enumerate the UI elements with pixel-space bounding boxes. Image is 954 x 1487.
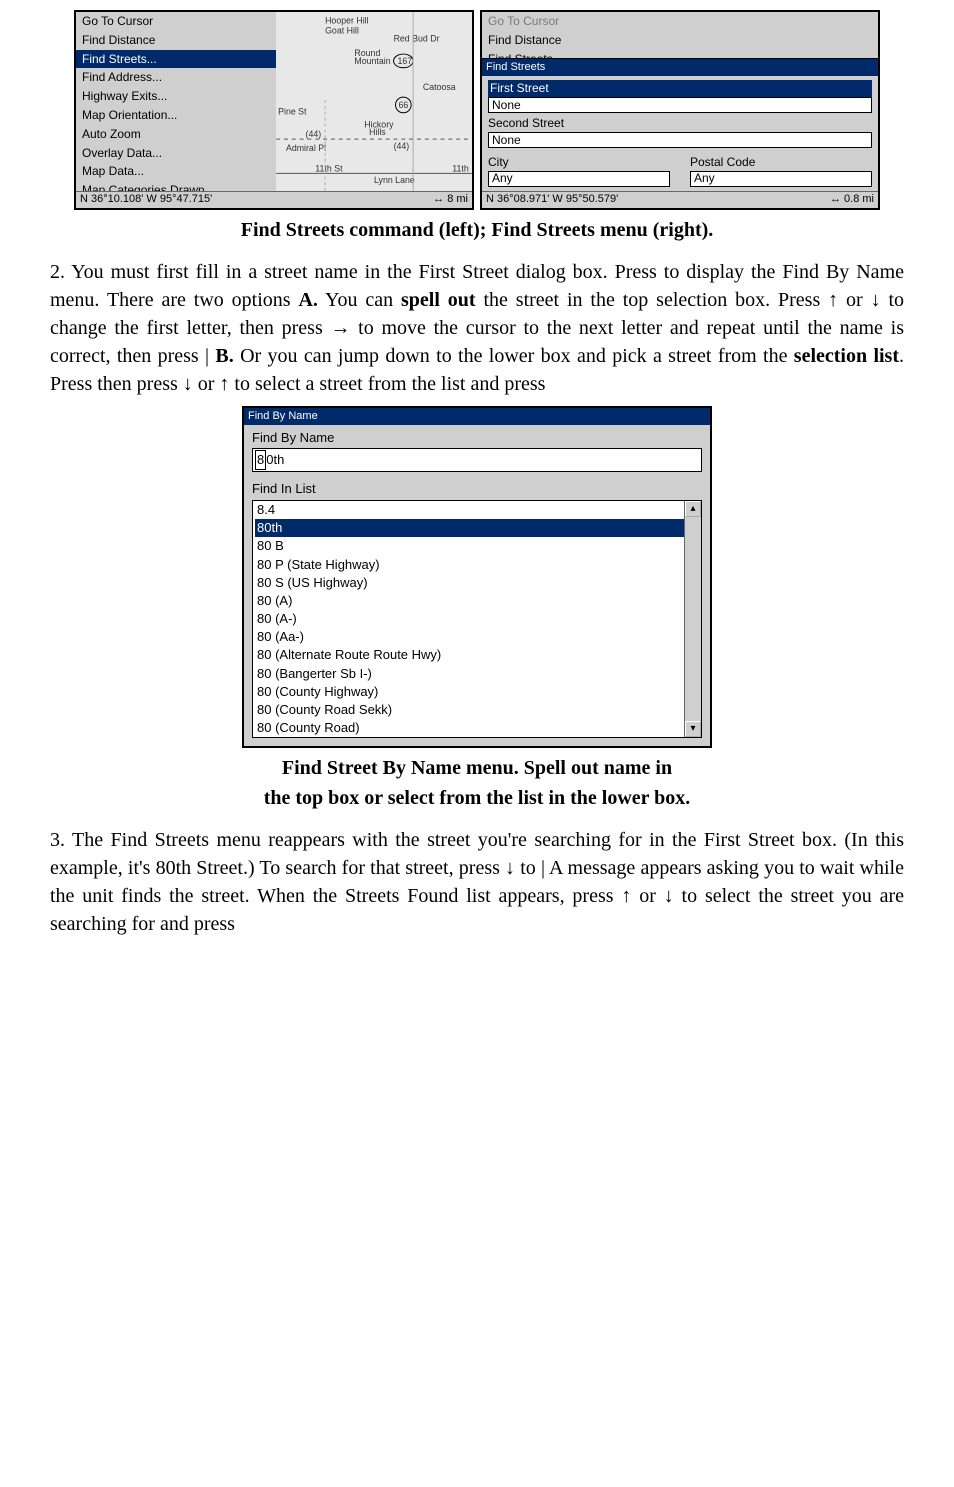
list-item[interactable]: 80 (County Road Sekk) bbox=[255, 701, 685, 719]
list-item[interactable]: 80 (Alternate Route Route Hwy) bbox=[255, 646, 685, 664]
list-item[interactable]: 80 B bbox=[255, 537, 685, 555]
scrollbar[interactable]: ▴ ▾ bbox=[684, 501, 701, 737]
list-item[interactable]: 8.4 bbox=[255, 501, 685, 519]
find-in-list-label: Find In List bbox=[252, 480, 702, 498]
second-street-field[interactable]: None bbox=[488, 132, 872, 148]
list-item[interactable]: 80 (Aa-) bbox=[255, 628, 685, 646]
name-input[interactable]: 80th bbox=[252, 448, 702, 472]
option-a: A. bbox=[298, 289, 317, 311]
figure-2-caption-line2: the top box or select from the list in t… bbox=[50, 784, 904, 812]
step-number: 2. bbox=[50, 261, 65, 283]
map-label: Red Bud Dr bbox=[394, 33, 440, 43]
menu-item[interactable]: Overlay Data... bbox=[76, 144, 276, 163]
map-area[interactable]: Hooper Hill Goat Hill Red Bud Dr Round M… bbox=[276, 12, 472, 192]
menu-item[interactable]: Auto Zoom bbox=[76, 125, 276, 144]
option-b: B. bbox=[215, 345, 233, 367]
instruction-step-2: 2. You must first fill in a street name … bbox=[50, 258, 904, 398]
menu-item[interactable]: Map Data... bbox=[76, 162, 276, 181]
status-bar: N 36°10.108' W 95°47.715' ↔ 8 mi bbox=[76, 191, 472, 208]
list-item[interactable]: 80 (A-) bbox=[255, 610, 685, 628]
map-label: Pine St bbox=[278, 107, 307, 117]
dialog-title: Find By Name bbox=[244, 408, 710, 425]
menu-item[interactable]: Go To Cursor bbox=[76, 12, 276, 31]
city-label: City bbox=[488, 154, 670, 171]
route-shield: 167 bbox=[397, 56, 412, 66]
text: You can bbox=[318, 289, 401, 311]
dialog-title: Find Streets bbox=[482, 59, 878, 76]
scale-text: ↔ 0.8 mi bbox=[830, 192, 874, 207]
scroll-up-icon[interactable]: ▴ bbox=[685, 501, 701, 517]
status-bar: N 36°08.971' W 95°50.579' ↔ 0.8 mi bbox=[482, 191, 878, 208]
text: You must first fill in a street name in … bbox=[65, 261, 664, 283]
menu-item[interactable]: Go To Cursor bbox=[482, 12, 878, 31]
right-panel: Go To Cursor Find Distance Find Streets.… bbox=[480, 10, 880, 210]
find-by-name-dialog: Find By Name Find By Name 80th Find In L… bbox=[242, 406, 712, 748]
map-label: Hooper Hill bbox=[325, 16, 369, 26]
menu-item[interactable]: Find Address... bbox=[76, 68, 276, 87]
map-label: 11th bbox=[452, 163, 469, 173]
input-rest: 0th bbox=[266, 452, 284, 467]
list-item-selected[interactable]: 80th bbox=[255, 519, 685, 537]
menu-item[interactable]: Map Orientation... bbox=[76, 106, 276, 125]
city-field[interactable]: Any bbox=[488, 171, 670, 187]
scroll-down-icon[interactable]: ▾ bbox=[685, 721, 701, 737]
postal-field[interactable]: Any bbox=[690, 171, 872, 187]
map-label: Mountain bbox=[354, 56, 390, 66]
map-label: Catoosa bbox=[423, 82, 456, 92]
bold-selection-list: selection list bbox=[794, 345, 899, 367]
list-item[interactable]: 80 S (US Highway) bbox=[255, 574, 685, 592]
coords-text: N 36°10.108' W 95°47.715' bbox=[80, 192, 212, 207]
first-street-field[interactable]: None bbox=[488, 97, 872, 113]
map-label: Admiral Pl bbox=[286, 143, 326, 153]
second-street-label: Second Street bbox=[488, 115, 872, 132]
menu-item[interactable]: Find Distance bbox=[76, 31, 276, 50]
selection-list[interactable]: 8.4 80th 80 B 80 P (State Highway) 80 S … bbox=[252, 500, 702, 738]
figure-1: Go To Cursor Find Distance Find Streets.… bbox=[50, 10, 904, 210]
postal-label: Postal Code bbox=[690, 154, 872, 171]
first-street-label: First Street bbox=[488, 80, 872, 97]
figure-2-caption-line1: Find Street By Name menu. Spell out name… bbox=[50, 754, 904, 782]
menu-item[interactable]: Find Distance bbox=[482, 31, 878, 50]
list-item[interactable]: 80 (Bangerter Sb I-) bbox=[255, 665, 685, 683]
coords-text: N 36°08.971' W 95°50.579' bbox=[486, 192, 618, 207]
list-item[interactable]: 80 (County Highway) bbox=[255, 683, 685, 701]
route-shield: (44) bbox=[306, 129, 322, 139]
figure-1-caption: Find Streets command (left); Find Street… bbox=[50, 216, 904, 244]
find-streets-dialog: Find Streets First Street None Second St… bbox=[482, 58, 878, 192]
map-label: 11th St bbox=[315, 163, 343, 173]
route-shield: (44) bbox=[394, 141, 410, 151]
list-item[interactable]: 80 (A) bbox=[255, 592, 685, 610]
list-item[interactable]: 80 P (State Highway) bbox=[255, 556, 685, 574]
list-item[interactable]: 80 (County Road) bbox=[255, 719, 685, 737]
find-by-name-label: Find By Name bbox=[252, 429, 702, 447]
route-shield: 66 bbox=[398, 100, 408, 110]
map-label: Lynn Lane bbox=[374, 175, 415, 185]
cursor-char: 8 bbox=[255, 450, 266, 470]
context-menu: Go To Cursor Find Distance Find Streets.… bbox=[76, 12, 277, 210]
scale-text: ↔ 8 mi bbox=[433, 192, 468, 207]
instruction-step-3: 3. The Find Streets menu reappears with … bbox=[50, 826, 904, 938]
menu-item[interactable]: Highway Exits... bbox=[76, 87, 276, 106]
map-label: Goat Hill bbox=[325, 26, 359, 36]
bold-spell-out: spell out bbox=[401, 289, 476, 311]
text: The Find Streets menu reappears with the… bbox=[50, 829, 904, 935]
text: Or you can jump down to the lower box an… bbox=[234, 345, 794, 367]
map-label: Hills bbox=[369, 127, 386, 137]
step-number: 3. bbox=[50, 829, 65, 851]
menu-item-selected[interactable]: Find Streets... bbox=[76, 50, 276, 69]
left-panel: Go To Cursor Find Distance Find Streets.… bbox=[74, 10, 474, 210]
